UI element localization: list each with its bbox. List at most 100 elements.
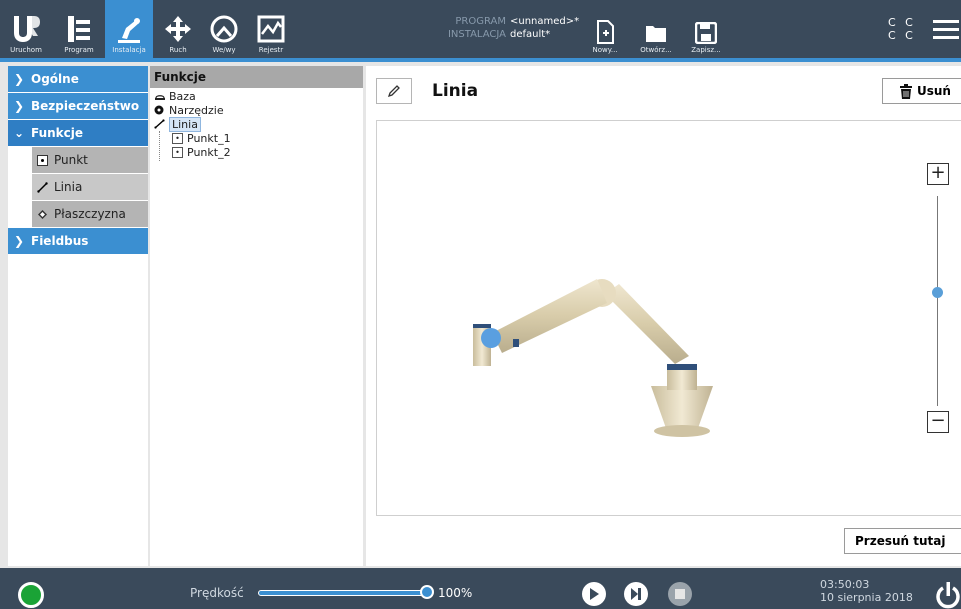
tab-io[interactable]: We/wy xyxy=(202,0,246,58)
header-accent-bar xyxy=(0,58,961,62)
sidebar-item-fieldbus[interactable]: ❯ Fieldbus xyxy=(8,228,148,255)
move-here-label: Przesuń tutaj xyxy=(855,534,946,548)
tree-item-label: Linia xyxy=(169,116,201,132)
zoom-slider-track[interactable] xyxy=(937,196,938,406)
tree-item-line[interactable]: Linia xyxy=(154,116,359,132)
sidebar-subitem-label: Płaszczyzna xyxy=(54,207,126,221)
plane-icon xyxy=(38,209,47,219)
sidebar-subitem-label: Punkt xyxy=(54,153,88,167)
trash-icon xyxy=(900,83,912,99)
point-icon xyxy=(37,154,48,166)
tree-item-point-1[interactable]: • Punkt_1 xyxy=(154,131,359,145)
tab-move-label: Ruch xyxy=(169,46,187,54)
title-row: Linia xyxy=(376,78,478,104)
speed-slider-track[interactable] xyxy=(258,590,428,596)
pencil-icon xyxy=(387,85,400,98)
io-gauge-icon xyxy=(210,15,238,43)
sidebar-subitem-label: Linia xyxy=(54,180,83,194)
power-icon[interactable] xyxy=(935,578,961,609)
tool-icon xyxy=(154,105,164,115)
main-panel: Linia Usuń + − Przesuń tutaj xyxy=(366,66,961,566)
speed-slider-knob[interactable] xyxy=(420,585,434,599)
sidebar-item-label: Ogólne xyxy=(31,72,79,86)
tree-item-label: Punkt_1 xyxy=(187,131,231,145)
line-icon xyxy=(154,119,165,129)
zoom-out-button[interactable]: − xyxy=(927,411,949,433)
sidebar-item-features[interactable]: ⌄ Funkcje xyxy=(8,120,148,147)
tree-header: Funkcje xyxy=(150,66,363,88)
zoom-in-button[interactable]: + xyxy=(927,163,949,185)
delete-label: Usuń xyxy=(917,84,951,98)
step-forward-icon xyxy=(631,588,641,600)
move-here-button[interactable]: Przesuń tutaj xyxy=(844,528,961,554)
base-icon xyxy=(155,95,165,100)
tab-log[interactable]: Rejestr xyxy=(250,0,292,58)
step-button[interactable] xyxy=(624,582,648,606)
program-info: PROGRAM <unnamed>* INSTALACJA default* xyxy=(420,15,579,41)
new-file-label: Nowy... xyxy=(592,46,618,54)
hamburger-menu-icon[interactable] xyxy=(933,20,959,40)
chevron-right-icon: ❯ xyxy=(14,234,25,248)
program-key: PROGRAM xyxy=(455,16,506,27)
installation-robot-icon xyxy=(118,18,140,43)
sidebar-subitem-line[interactable]: Linia xyxy=(32,174,148,201)
robot-status-indicator[interactable] xyxy=(18,582,44,608)
app-window: Uruchom Program Instalacja Ruch We/wy Re… xyxy=(0,0,961,609)
tree-item-label: Narzędzie xyxy=(169,103,224,117)
ur-logo-icon xyxy=(14,16,40,42)
page-title: Linia xyxy=(432,81,479,101)
zoom-slider-knob[interactable] xyxy=(932,287,943,298)
open-file-label: Otwórz... xyxy=(640,46,672,54)
installation-value: default* xyxy=(510,29,551,40)
tree-item-label: Baza xyxy=(169,89,196,103)
tree-item-base[interactable]: Baza xyxy=(154,89,359,103)
chevron-down-icon: ⌄ xyxy=(14,126,25,140)
point-icon: • xyxy=(172,146,183,158)
cc-line-2: C C xyxy=(888,29,916,42)
open-file-button[interactable]: Otwórz... xyxy=(632,0,680,58)
tab-log-label: Rejestr xyxy=(258,46,284,54)
tree-item-point-2[interactable]: • Punkt_2 xyxy=(154,145,359,159)
stop-button[interactable] xyxy=(668,582,692,606)
speed-slider-fill xyxy=(259,591,427,595)
save-file-label: Zapisz... xyxy=(691,46,721,54)
cc-indicator: C C C C xyxy=(888,16,916,42)
top-header: Uruchom Program Instalacja Ruch We/wy Re… xyxy=(0,0,961,62)
tab-installation[interactable]: Instalacja xyxy=(105,0,153,58)
tab-io-label: We/wy xyxy=(212,46,236,54)
sidebar: ❯ Ogólne ❯ Bezpieczeństwo ⌄ Funkcje Punkt L… xyxy=(8,66,148,566)
new-file-button[interactable]: Nowy... xyxy=(584,0,626,58)
sidebar-item-label: Fieldbus xyxy=(31,234,89,248)
delete-button[interactable]: Usuń xyxy=(882,78,961,104)
sidebar-item-general[interactable]: ❯ Ogólne xyxy=(8,66,148,93)
tab-run[interactable]: Uruchom xyxy=(0,0,52,58)
speed-label: Prędkość xyxy=(190,586,244,600)
new-file-icon xyxy=(597,20,614,44)
stop-icon xyxy=(675,589,685,599)
robot-3d-view[interactable]: + − xyxy=(376,120,961,516)
chevron-right-icon: ❯ xyxy=(14,99,25,113)
line-icon xyxy=(37,181,48,193)
play-button[interactable] xyxy=(582,582,606,606)
program-value: <unnamed>* xyxy=(510,16,580,27)
tab-program-label: Program xyxy=(64,46,94,54)
move-arrows-icon xyxy=(165,16,191,42)
rename-button[interactable] xyxy=(376,78,412,104)
clock-date: 10 sierpnia 2018 xyxy=(820,591,913,604)
feature-tree: Funkcje Baza Narzędzie Linia • Punkt_1 •… xyxy=(150,66,363,566)
speed-value: 100% xyxy=(438,586,473,600)
sidebar-item-safety[interactable]: ❯ Bezpieczeństwo xyxy=(8,93,148,120)
sidebar-subitem-point[interactable]: Punkt xyxy=(32,147,148,174)
sidebar-item-label: Bezpieczeństwo xyxy=(31,99,140,113)
tab-run-label: Uruchom xyxy=(10,46,42,54)
tab-program[interactable]: Program xyxy=(55,0,103,58)
clock: 03:50:03 10 sierpnia 2018 xyxy=(820,578,913,604)
tree-item-tool[interactable]: Narzędzie xyxy=(154,103,359,117)
sidebar-subitem-plane[interactable]: Płaszczyzna xyxy=(32,201,148,228)
installation-key: INSTALACJA xyxy=(447,29,506,40)
save-file-button[interactable]: Zapisz... xyxy=(684,0,728,58)
sidebar-item-label: Funkcje xyxy=(31,126,84,140)
tab-installation-label: Instalacja xyxy=(112,46,146,54)
log-chart-icon xyxy=(257,15,285,43)
tab-move[interactable]: Ruch xyxy=(158,0,198,58)
